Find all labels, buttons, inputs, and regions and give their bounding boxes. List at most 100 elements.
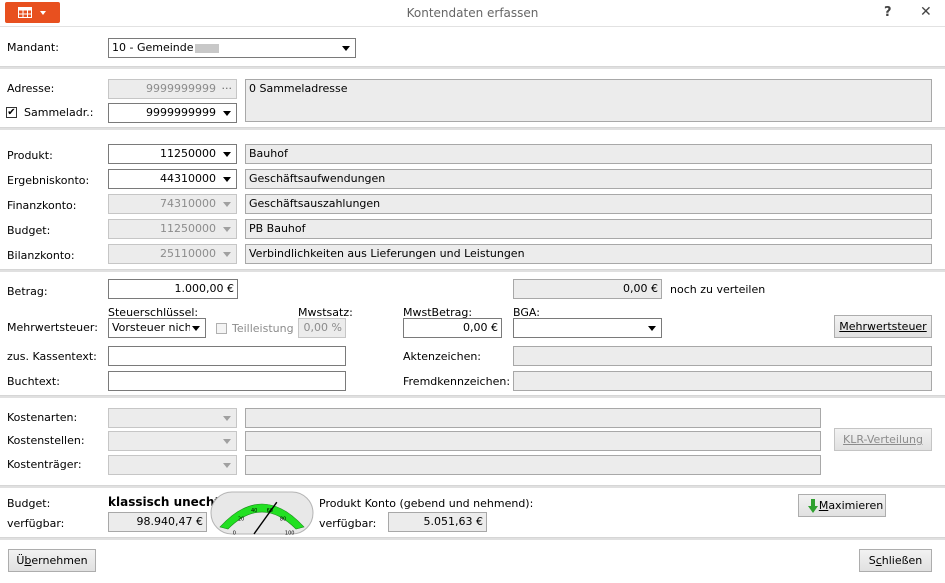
- address-number: 9999999999: [146, 82, 216, 95]
- mandant-label: Mandant:: [7, 41, 59, 54]
- teilleistung-checkbox: [216, 323, 227, 334]
- finanzkonto-number: 74310000: [160, 197, 216, 210]
- finanzkonto-label: Finanzkonto:: [7, 199, 77, 212]
- chevron-down-icon: [223, 439, 231, 444]
- kassentext-input[interactable]: [108, 346, 346, 366]
- mehrwertsteuer-label: Mehrwertsteuer:: [7, 321, 98, 334]
- kostenarten-select: [108, 408, 237, 428]
- mehrwertsteuer-button[interactable]: Mehrwertsteuer: [834, 315, 932, 338]
- window-title: Kontendaten erfassen: [406, 6, 539, 20]
- produkt-select[interactable]: 11250000: [108, 144, 237, 164]
- kostenarten-label: Kostenarten:: [7, 411, 78, 424]
- separator: [0, 537, 945, 540]
- mehrwertsteuer-button-label: Mehrwertsteuer: [839, 320, 927, 333]
- bilanzkonto-text-value: Verbindlichkeiten aus Lieferungen und Le…: [249, 247, 525, 260]
- redacted-mark: [195, 44, 219, 53]
- budget-account-select: 11250000: [108, 219, 237, 239]
- close-button-label: Schließen: [868, 554, 923, 567]
- chevron-down-icon: [223, 463, 231, 468]
- aktenzeichen-field: [513, 346, 932, 366]
- fremdkennzeichen-field: [513, 371, 932, 391]
- buchtext-label: Buchtext:: [7, 375, 60, 388]
- mwstbetrag-input[interactable]: 0,00 €: [403, 318, 502, 338]
- chevron-down-icon: [223, 252, 231, 257]
- kostentraeger-label: Kostenträger:: [7, 458, 82, 471]
- steuerschluessel-value: Vorsteuer nicht r: [112, 321, 190, 334]
- separator: [0, 127, 945, 130]
- ergebniskonto-label: Ergebniskonto:: [7, 174, 90, 187]
- finanzkonto-text: Geschäftsauszahlungen: [245, 194, 932, 214]
- budget-account-text-value: PB Bauhof: [249, 222, 306, 235]
- betrag-input[interactable]: 1.000,00 €: [108, 279, 238, 299]
- maximize-button[interactable]: Maximieren: [798, 494, 886, 517]
- ergebniskonto-select[interactable]: 44310000: [108, 169, 237, 189]
- arrow-down-icon: [808, 499, 818, 513]
- klr-verteilung-button: KLR-Verteilung: [834, 428, 932, 451]
- remaining-value: 0,00 €: [623, 282, 658, 295]
- budget-gauge: 020406080100: [210, 491, 314, 535]
- kassentext-label: zus. Kassentext:: [7, 350, 97, 363]
- budget-account-number: 11250000: [160, 222, 216, 235]
- remaining-amount: 0,00 €: [513, 279, 662, 299]
- apply-button[interactable]: Übernehmen: [8, 549, 96, 572]
- bilanzkonto-number: 25110000: [160, 247, 216, 260]
- close-icon[interactable]: ✕: [920, 4, 932, 20]
- finanzkonto-select: 74310000: [108, 194, 237, 214]
- klr-verteilung-button-label: KLR-Verteilung: [843, 433, 923, 446]
- produkt-konto-label: Produkt Konto (gebend und nehmend):: [319, 497, 534, 510]
- betrag-label: Betrag:: [7, 285, 48, 298]
- produkt-available-value: 5.051,63 €: [423, 515, 483, 528]
- mandant-select[interactable]: 10 - Gemeinde: [108, 38, 356, 58]
- produkt-number: 11250000: [160, 147, 216, 160]
- gauge-tick-label: 0: [233, 531, 236, 535]
- budget-account-label: Budget:: [7, 224, 51, 237]
- chevron-down-icon: [223, 177, 231, 182]
- sammeladresse-select[interactable]: 9999999999: [108, 103, 237, 123]
- buchtext-input[interactable]: [108, 371, 346, 391]
- sammeladresse-checkbox[interactable]: ✔: [6, 107, 17, 118]
- maximize-button-label: Maximieren: [818, 499, 884, 512]
- mwstsatz-value: 0,00 %: [303, 321, 342, 334]
- kostenstellen-label: Kostenstellen:: [7, 434, 85, 447]
- close-button[interactable]: Schließen: [859, 549, 932, 572]
- bga-select[interactable]: [513, 318, 662, 338]
- apply-button-label: Übernehmen: [16, 554, 88, 567]
- gauge-tick-label: 40: [251, 508, 257, 514]
- kostenstellen-select: [108, 431, 237, 451]
- finanzkonto-text-value: Geschäftsauszahlungen: [249, 197, 381, 210]
- produkt-text: Bauhof: [245, 144, 932, 164]
- separator: [0, 395, 945, 398]
- betrag-value: 1.000,00 €: [174, 282, 234, 295]
- address-label: Adresse:: [7, 82, 55, 95]
- chevron-down-icon: [342, 46, 350, 51]
- separator: [0, 66, 945, 69]
- budget-info-label: Budget:: [7, 497, 51, 510]
- help-button[interactable]: ?: [884, 5, 892, 20]
- remaining-label: noch zu verteilen: [670, 283, 766, 296]
- separator: [0, 269, 945, 272]
- teilleistung-label: Teilleistung: [232, 322, 294, 335]
- bilanzkonto-label: Bilanzkonto:: [7, 249, 75, 262]
- ergebniskonto-text: Geschäftsaufwendungen: [245, 169, 932, 189]
- gauge-tick-label: 100: [285, 531, 295, 535]
- produkt-available-field: 5.051,63 €: [388, 512, 487, 532]
- bilanzkonto-select: 25110000: [108, 244, 237, 264]
- chevron-down-icon: [223, 152, 231, 157]
- chevron-down-icon: [648, 326, 656, 331]
- produkt-text-value: Bauhof: [249, 147, 288, 160]
- ergebniskonto-text-value: Geschäftsaufwendungen: [249, 172, 386, 185]
- address-text: 0 Sammeladresse: [245, 79, 932, 122]
- fremdkennzeichen-label: Fremdkennzeichen:: [403, 375, 511, 388]
- steuerschluessel-select[interactable]: Vorsteuer nicht r: [108, 318, 206, 338]
- chevron-down-icon: [223, 111, 231, 116]
- gauge-tick-label: 80: [280, 517, 286, 523]
- chevron-down-icon: [223, 202, 231, 207]
- kostenstellen-text: [245, 431, 821, 451]
- produkt-available-label: verfügbar:: [319, 517, 377, 530]
- gauge-tick-label: 20: [238, 517, 244, 523]
- kostentraeger-text: [245, 455, 821, 475]
- budget-available-value: 98.940,47 €: [136, 515, 203, 528]
- address-number-field: 9999999999 ···: [108, 79, 237, 99]
- mandant-value: 10 - Gemeinde: [112, 41, 194, 54]
- kostentraeger-select: [108, 455, 237, 475]
